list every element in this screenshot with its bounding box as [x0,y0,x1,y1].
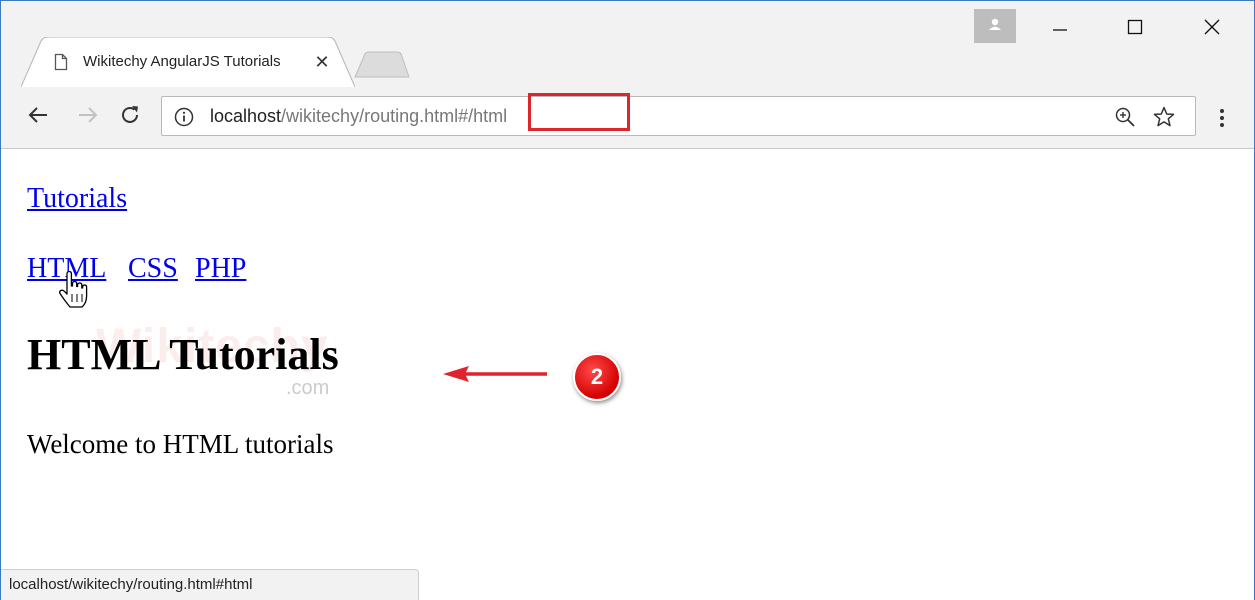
zoom-icon[interactable] [1114,106,1136,133]
watermark-com: .com [286,377,330,399]
maximize-button[interactable] [1112,9,1158,43]
page-content: Tutorials HTML CSS PHP Wikitechy .com HT… [1,149,1254,600]
bookmark-star-icon[interactable] [1152,105,1176,134]
nav-link-css[interactable]: CSS [128,253,178,285]
profile-button[interactable] [974,9,1016,43]
back-button[interactable] [23,103,53,133]
title-bar: Wikitechy AngularJS Tutorials ✕ [1,1,1254,87]
annotation-arrow-icon [443,366,547,382]
reload-button[interactable] [115,103,145,133]
browser-tab[interactable]: Wikitechy AngularJS Tutorials ✕ [21,37,355,87]
forward-button[interactable] [73,103,103,133]
kebab-menu-icon [1220,109,1224,127]
url-host: localhost [210,106,282,126]
browser-toolbar: localhost/wikitechy/routing.html#/html [1,87,1254,149]
minimize-button[interactable] [1037,9,1083,43]
url-hash-highlight [528,93,630,131]
address-bar[interactable]: localhost/wikitechy/routing.html#/html [161,93,1196,136]
close-window-button[interactable] [1189,9,1235,43]
hand-cursor-icon [58,271,88,308]
close-icon [1204,19,1220,35]
tab-title: Wikitechy AngularJS Tutorials [83,53,281,70]
tutorials-link[interactable]: Tutorials [27,183,127,215]
menu-button[interactable] [1210,101,1234,135]
url-text: localhost/wikitechy/routing.html#/html [210,105,507,127]
person-icon [989,18,1001,30]
arrow-right-icon [79,107,98,123]
page-heading: HTML Tutorials [27,330,339,379]
reload-icon [122,106,138,123]
page-paragraph: Welcome to HTML tutorials [27,429,334,459]
step-number-badge: 2 [573,353,621,401]
maximize-icon [1127,19,1143,35]
minimize-icon [1053,29,1067,31]
tab-close-icon[interactable]: ✕ [310,50,334,74]
status-bar: localhost/wikitechy/routing.html#html [1,569,419,600]
arrow-left-icon [28,107,47,123]
new-tab-button[interactable] [353,51,411,84]
info-icon[interactable] [174,107,194,132]
url-path: /wikitechy/routing.html#/html [281,106,508,126]
browser-window: Wikitechy AngularJS Tutorials ✕ localhos… [0,0,1255,600]
nav-link-php[interactable]: PHP [195,253,246,285]
